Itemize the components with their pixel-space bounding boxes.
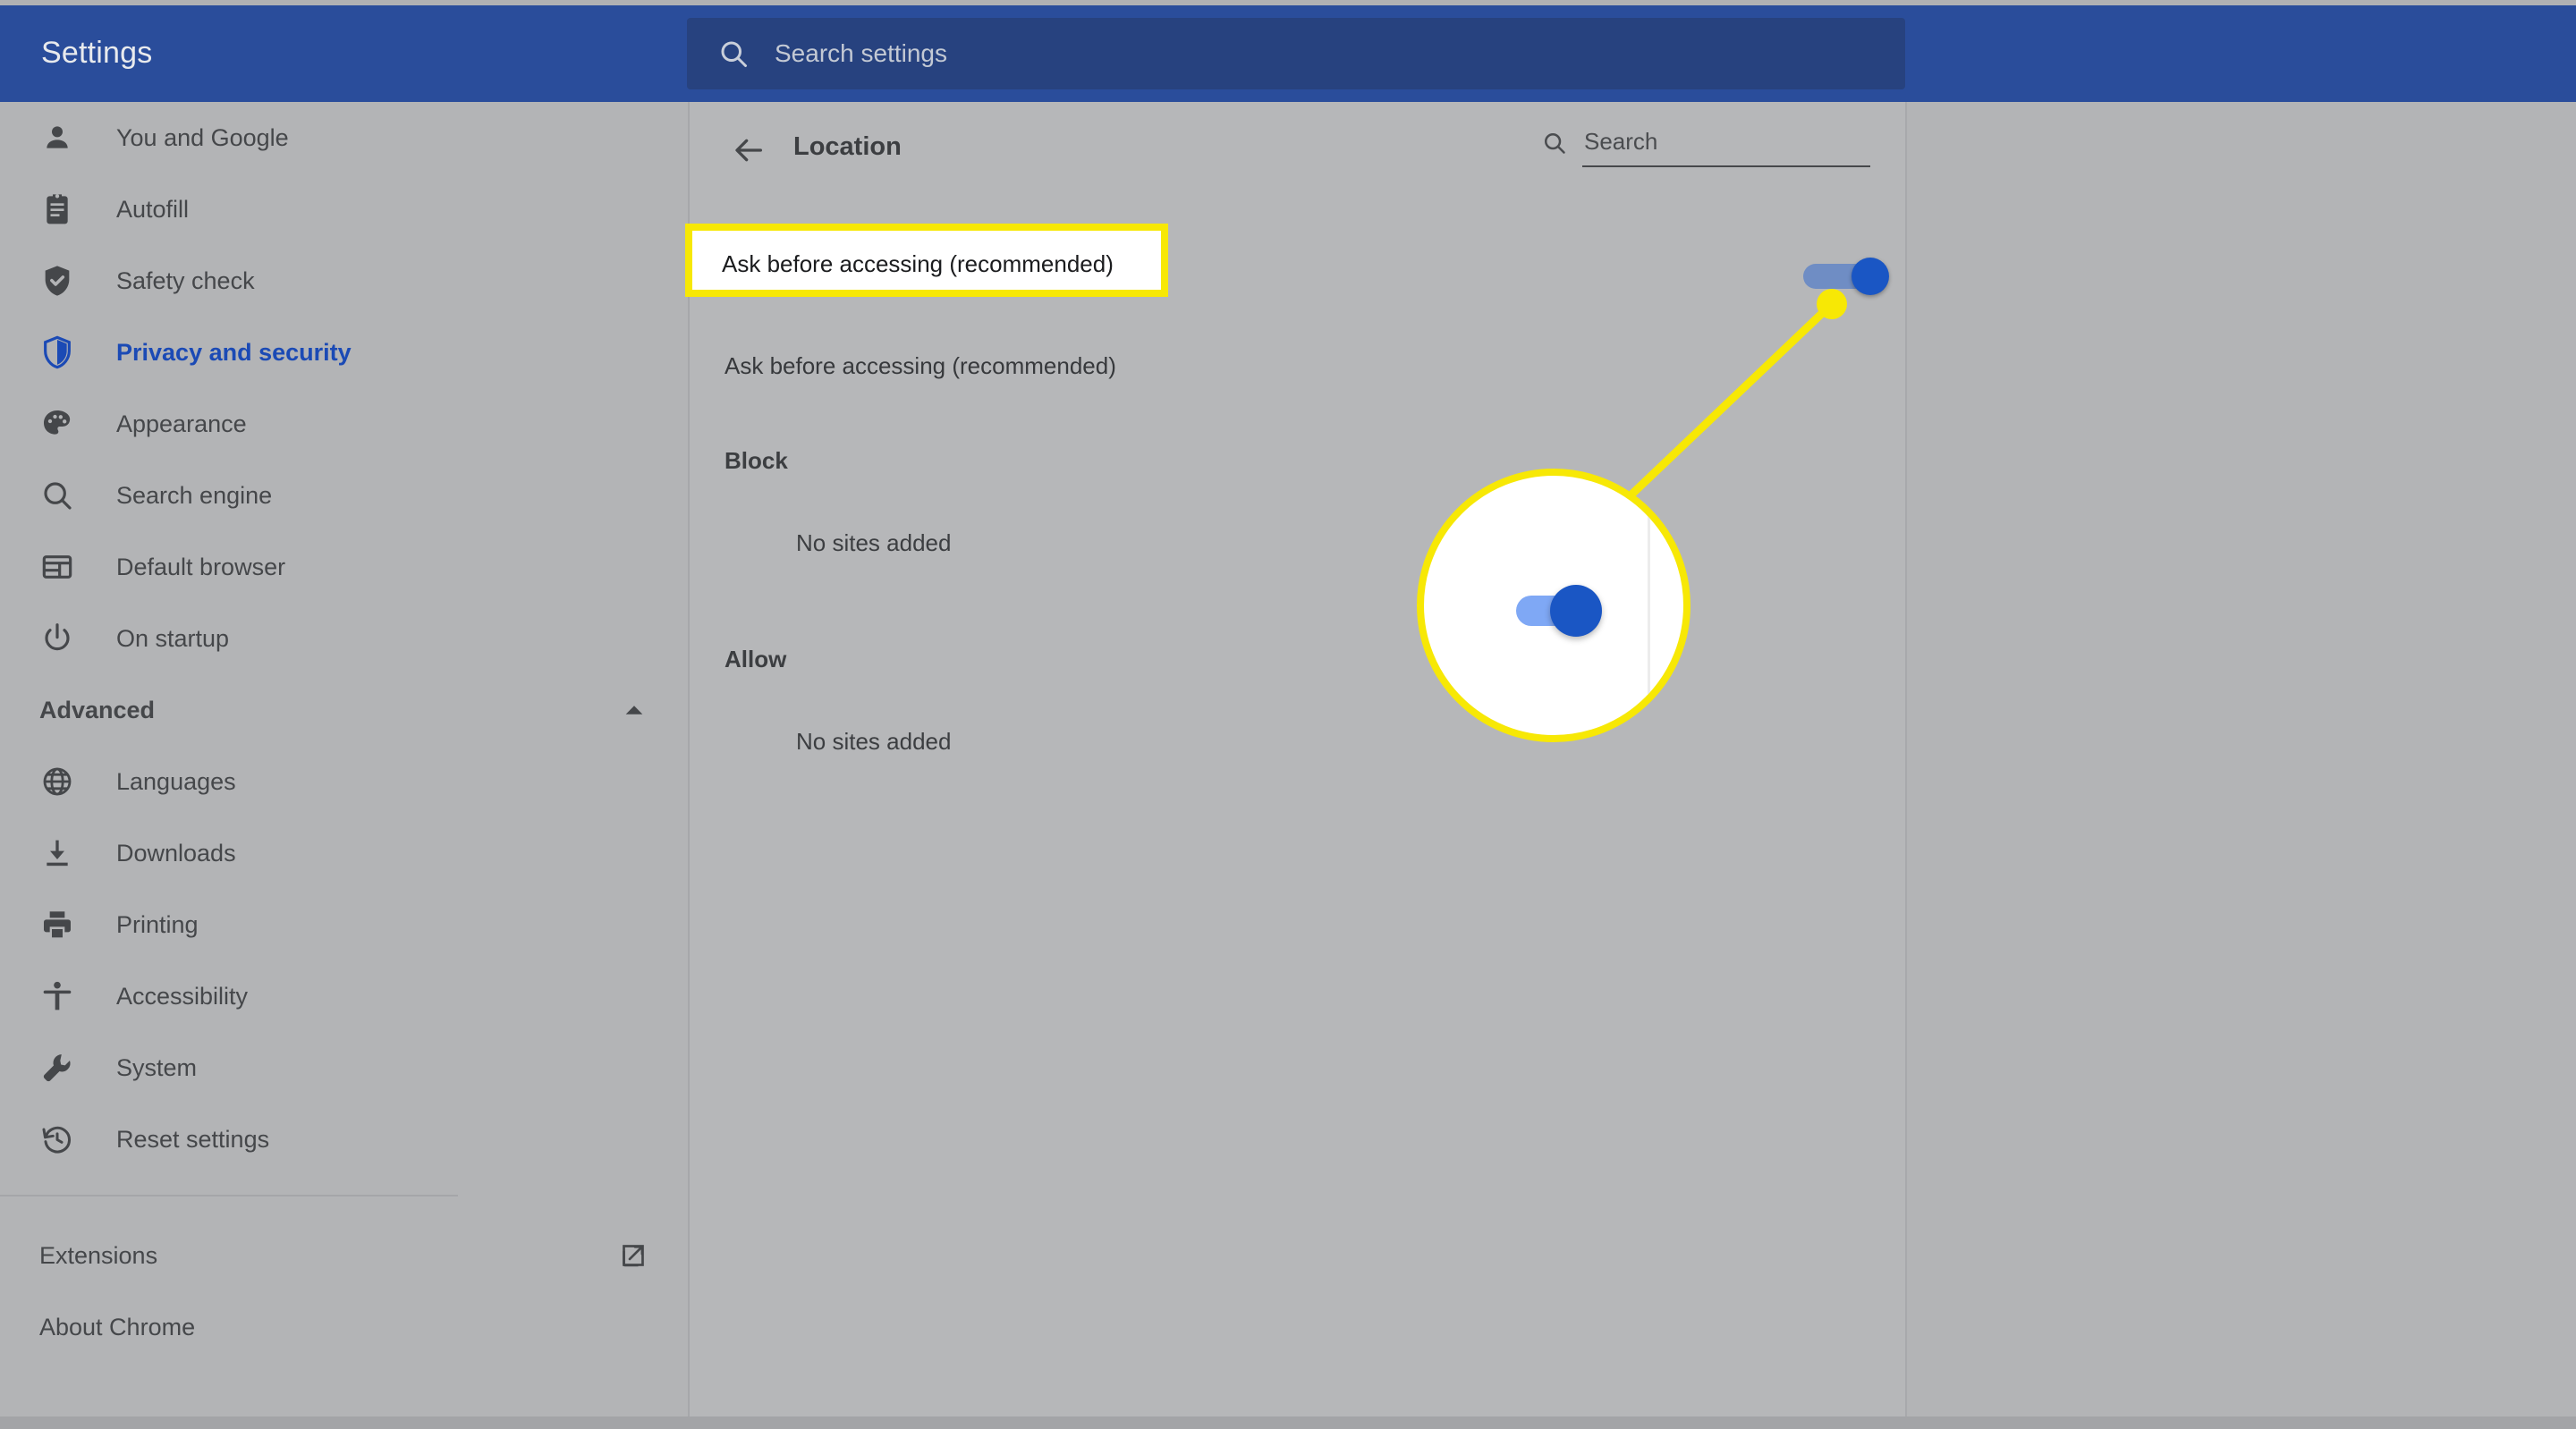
global-search-input[interactable] (773, 38, 1760, 69)
sidebar-item-extensions[interactable]: Extensions (0, 1220, 688, 1291)
section-title: Allow (724, 646, 787, 672)
clipboard-icon (47, 194, 68, 224)
search-icon (721, 41, 747, 67)
sidebar-item-accessibility[interactable]: Accessibility (0, 960, 688, 1032)
magnified-toggle-knob (1550, 585, 1602, 637)
globe-icon (43, 767, 72, 796)
sidebar-item-label: On startup (116, 624, 230, 652)
window-bottom-edge (0, 1416, 2576, 1429)
browser-window-icon (42, 555, 72, 579)
sidebar-item-appearance[interactable]: Appearance (0, 388, 688, 460)
sidebar-item-about-chrome[interactable]: About Chrome (0, 1291, 688, 1363)
sidebar-item-you-and-google[interactable]: You and Google (0, 102, 688, 173)
sidebar-item-label: Printing (116, 910, 199, 938)
history-restore-icon (42, 1126, 71, 1154)
chevron-up-icon[interactable] (620, 696, 648, 724)
sidebar-item-label: Accessibility (116, 982, 249, 1010)
person-icon (47, 126, 68, 148)
page-search[interactable] (1541, 127, 1874, 167)
sidebar-item-label: Default browser (116, 553, 286, 580)
section-empty-text: No sites added (796, 728, 952, 755)
sidebar-item-label: Privacy and security (116, 338, 352, 366)
sidebar-item-label: Languages (116, 767, 236, 795)
section-empty-text: No sites added (796, 529, 952, 556)
sidebar-item-label: Search engine (116, 481, 273, 509)
ask-before-accessing-row[interactable]: Ask before accessing (recommended) (690, 322, 1906, 422)
location-permission-toggle[interactable] (1803, 258, 1889, 295)
sidebar-divider (0, 1195, 458, 1196)
sidebar-item-reset-settings[interactable]: Reset settings (0, 1103, 688, 1175)
sidebar-item-privacy-and-security[interactable]: Privacy and security (0, 317, 688, 388)
annotation-highlight-box: Ask before accessing (recommended) (685, 224, 1168, 297)
shield-check-icon (45, 266, 70, 296)
main-header: Location (690, 102, 1906, 202)
page-search-input[interactable] (1582, 127, 1874, 156)
sidebar-group-advanced[interactable]: Advanced (0, 674, 688, 746)
palette-icon (44, 410, 71, 435)
sidebar-item-autofill[interactable]: Autofill (0, 173, 688, 245)
external-link-icon[interactable] (618, 1240, 648, 1271)
printer-icon (44, 911, 71, 938)
sidebar-item-label: You and Google (116, 123, 289, 151)
sidebar-item-on-startup[interactable]: On startup (0, 603, 688, 674)
toggle-knob (1852, 258, 1889, 295)
accessibility-icon (43, 981, 72, 1010)
global-search-bar[interactable] (687, 18, 1905, 89)
sidebar-item-search-engine[interactable]: Search engine (0, 460, 688, 531)
ask-before-accessing-label: Ask before accessing (recommended) (724, 352, 1116, 379)
search-icon (44, 482, 72, 510)
sidebar-item-label: About Chrome (39, 1313, 196, 1340)
sidebar-item-printing[interactable]: Printing (0, 889, 688, 960)
sidebar-item-label: Safety check (116, 266, 255, 294)
annotation-magnifier (1417, 469, 1690, 742)
shield-half-icon (44, 335, 71, 369)
app-header: Settings (0, 5, 2576, 102)
sidebar-nav: You and Google Autofill Safety check Pri… (0, 102, 688, 1429)
app-title: Settings (41, 36, 153, 70)
sidebar-item-label: Autofill (116, 195, 190, 223)
sidebar-group-label: Advanced (39, 696, 156, 723)
sidebar-item-languages[interactable]: Languages (0, 746, 688, 817)
magnified-card-edge (1648, 476, 1650, 735)
arrow-left-icon[interactable] (731, 132, 767, 168)
content-right-edge (1905, 102, 1907, 1429)
sidebar-item-label: Reset settings (116, 1125, 270, 1153)
sidebar-item-default-browser[interactable]: Default browser (0, 531, 688, 603)
sidebar-item-label: System (116, 1053, 198, 1081)
sidebar-item-system[interactable]: System (0, 1032, 688, 1103)
annotation-highlight-label: Ask before accessing (recommended) (722, 250, 1114, 277)
main-content-card: Location Ask before accessing (recommend… (690, 102, 1906, 1429)
page-body: You and Google Autofill Safety check Pri… (0, 102, 2576, 1429)
sidebar-item-safety-check[interactable]: Safety check (0, 245, 688, 317)
wrench-icon (43, 1054, 71, 1082)
download-icon (47, 840, 68, 867)
sidebar-item-label: Extensions (39, 1241, 158, 1269)
sidebar-item-label: Appearance (116, 410, 247, 437)
search-icon (1544, 132, 1565, 154)
power-icon (45, 623, 70, 651)
sidebar-item-label: Downloads (116, 839, 236, 867)
page-title: Location (793, 132, 902, 161)
settings-page: Settings You and Google (0, 0, 2576, 1429)
sidebar-item-downloads[interactable]: Downloads (0, 817, 688, 889)
section-title: Block (724, 447, 788, 474)
